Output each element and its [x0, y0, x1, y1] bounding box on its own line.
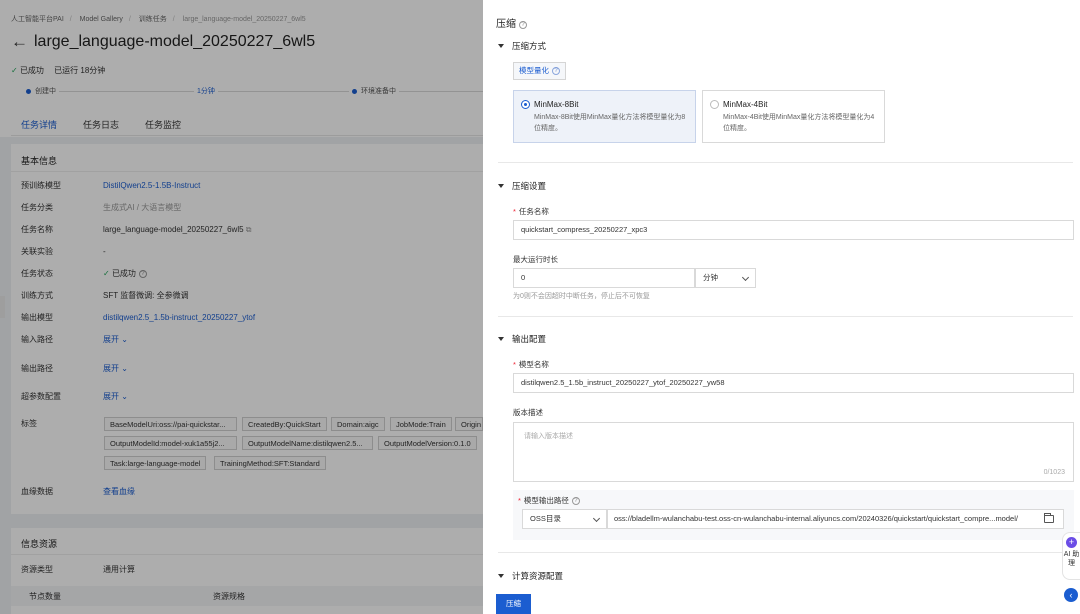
help-icon: ? — [552, 67, 560, 75]
section-output-config[interactable]: 输出配置 — [498, 333, 546, 345]
radio-selected-icon — [521, 100, 530, 109]
task-name-label: * 任务名称 — [513, 207, 549, 216]
max-runtime-label: 最大运行时长 — [513, 255, 558, 264]
section-compress-settings[interactable]: 压缩设置 — [498, 180, 546, 192]
version-desc-label: 版本描述 — [513, 408, 543, 417]
modal-overlay[interactable] — [0, 0, 483, 614]
output-path-input[interactable]: oss://bladellm-wulanchabu-test.oss-cn-wu… — [607, 509, 1064, 529]
version-desc-textarea[interactable]: 请输入版本描述 0/1023 — [513, 422, 1074, 482]
char-counter: 0/1023 — [1043, 469, 1065, 476]
radio-icon — [710, 100, 719, 109]
caret-down-icon — [498, 184, 504, 188]
version-desc-placeholder: 请输入版本描述 — [524, 433, 573, 440]
model-name-label: * 模型名称 — [513, 360, 549, 369]
caret-down-icon — [498, 337, 504, 341]
chevron-left-icon[interactable]: ‹ — [1064, 588, 1078, 602]
option-minmax-8bit[interactable]: MinMax-8Bit MinMax-8Bit使用MinMax量化方法将模型量化… — [513, 90, 696, 143]
max-runtime-input[interactable]: 0 — [513, 268, 695, 288]
output-path-type-select[interactable]: OSS目录 — [522, 509, 607, 529]
output-path-label: * 模型输出路径? — [518, 495, 580, 506]
model-name-input[interactable]: distilqwen2.5_1.5b_instruct_20250227_yto… — [513, 373, 1074, 393]
compress-drawer: 压缩? 压缩方式 模型量化? MinMax-8Bit MinMax-8Bit使用… — [483, 0, 1080, 614]
ai-assistant-button[interactable]: + AI 助理 — [1062, 532, 1080, 580]
task-name-input[interactable]: quickstart_compress_20250227_xpc3 — [513, 220, 1074, 240]
folder-icon[interactable] — [1044, 513, 1054, 523]
chevron-down-icon — [741, 273, 750, 282]
ai-orb-icon: + — [1066, 537, 1077, 548]
section-compress-method[interactable]: 压缩方式 — [498, 40, 546, 52]
section-compute-resource[interactable]: 计算资源配置 — [498, 570, 563, 582]
chevron-down-icon — [592, 514, 601, 523]
max-runtime-hint: 为0则不会因超时中断任务，停止后不可恢复 — [513, 293, 650, 300]
caret-down-icon — [498, 44, 504, 48]
help-icon: ? — [571, 497, 580, 505]
drawer-title: 压缩? — [496, 15, 527, 30]
quantization-tag: 模型量化? — [513, 62, 566, 80]
runtime-unit-select[interactable]: 分钟 — [695, 268, 756, 288]
option-minmax-4bit[interactable]: MinMax-4Bit MinMax-4Bit使用MinMax量化方法将模型量化… — [702, 90, 885, 143]
output-path-group: * 模型输出路径? OSS目录 oss://bladellm-wulanchabu… — [513, 490, 1074, 540]
caret-down-icon — [498, 574, 504, 578]
compress-submit-button[interactable]: 压缩 — [496, 594, 531, 614]
help-icon[interactable]: ? — [519, 21, 527, 29]
